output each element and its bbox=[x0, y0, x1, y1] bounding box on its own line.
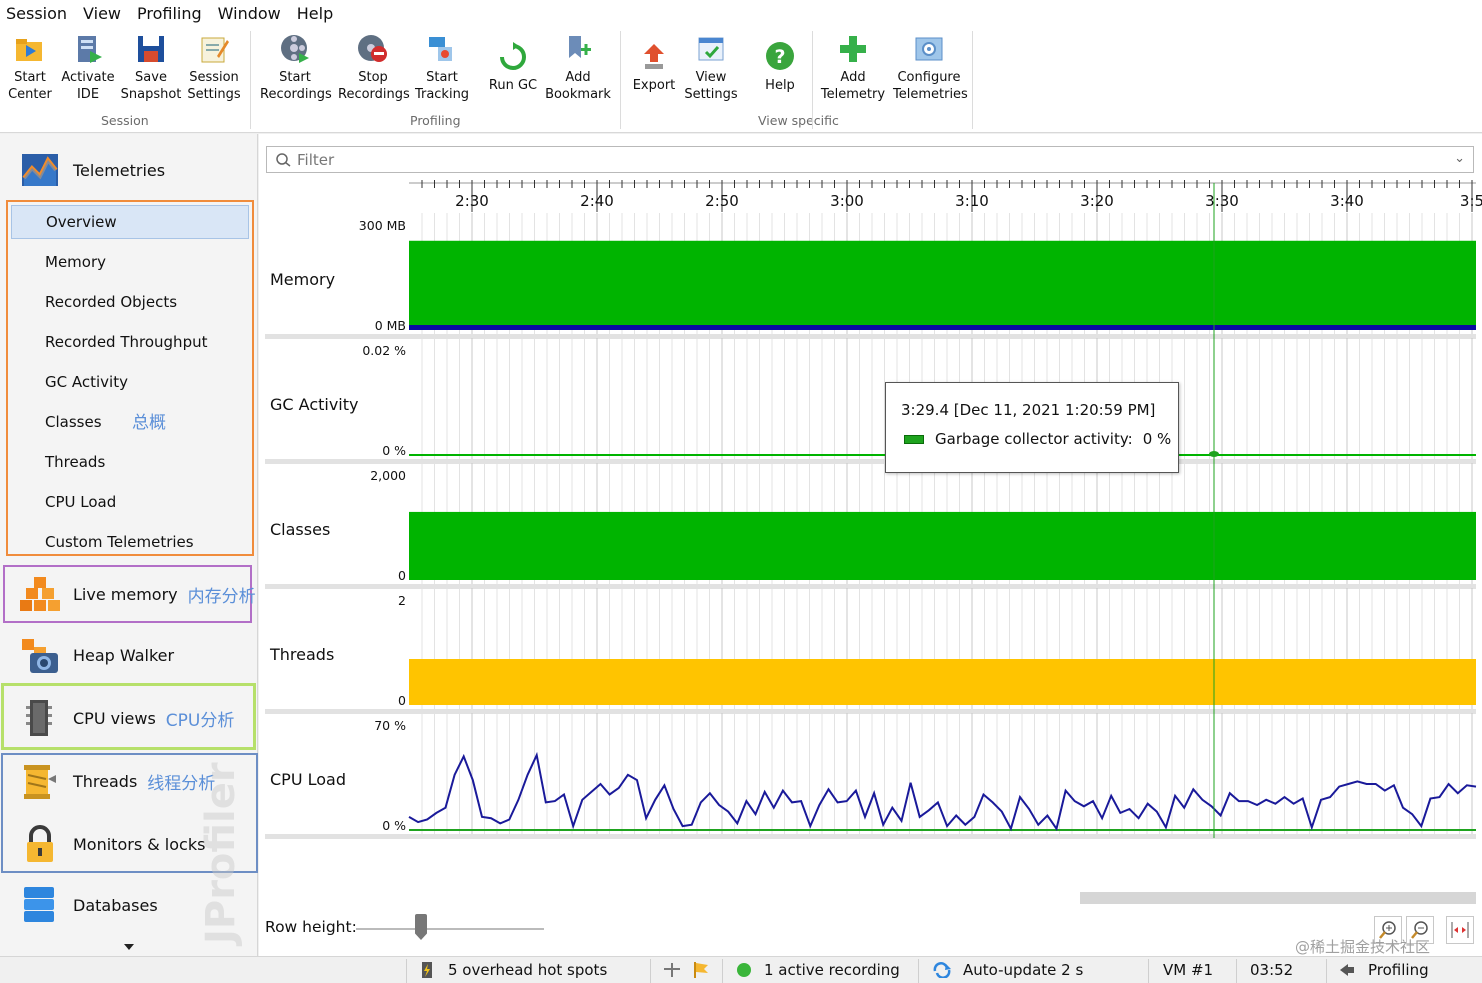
time-tick-label: 2:30 bbox=[455, 192, 489, 210]
area-fill-classes bbox=[409, 511, 1476, 580]
area-fill-memory bbox=[409, 240, 1476, 330]
time-tick-label: 3:20 bbox=[1080, 192, 1114, 210]
tooltip-value: 0 % bbox=[1142, 430, 1172, 448]
status-separator bbox=[722, 959, 723, 983]
status-separator bbox=[406, 959, 407, 983]
row-ymin-label: 0 bbox=[398, 693, 406, 708]
tooltip-legend-swatch bbox=[904, 434, 924, 444]
status-mode: Profiling bbox=[1338, 961, 1429, 979]
status-pin-button[interactable] bbox=[662, 961, 682, 979]
row-name-memory: Memory bbox=[270, 270, 335, 289]
fit-width-icon bbox=[1451, 922, 1469, 938]
cpu-load-series bbox=[408, 751, 1477, 832]
credit-watermark: @稀土掘金技术社区 bbox=[1295, 938, 1431, 956]
row-ymax-label: 2 bbox=[398, 593, 406, 608]
status-hotspots[interactable]: 5 overhead hot spots bbox=[420, 961, 607, 979]
row-ymin-label: 0 bbox=[398, 568, 406, 583]
row-name-classes: Classes bbox=[270, 520, 330, 539]
telemetry-chart[interactable]: 2:30 2:40 2:50 3:00 3:10 3:20 3:30 3:40 3:5 300 M… bbox=[0, 0, 1482, 983]
tooltip-series: Garbage collector activity: bbox=[935, 430, 1133, 448]
time-tick-label: 3:5 bbox=[1460, 192, 1482, 210]
row-ymin-label: 0 % bbox=[382, 818, 406, 833]
time-tick-label: 3:00 bbox=[830, 192, 864, 210]
time-tick-label: 3:40 bbox=[1330, 192, 1364, 210]
row-ymax-label: 0.02 % bbox=[362, 343, 406, 358]
time-tick-label: 3:10 bbox=[955, 192, 989, 210]
hotspot-warning-icon bbox=[422, 962, 432, 978]
row-height-label: Row height: bbox=[265, 918, 357, 936]
row-name-cpu-load: CPU Load bbox=[270, 770, 346, 789]
chart-tooltip: 3:29.4 [Dec 11, 2021 1:20:59 PM] Garbage… bbox=[885, 382, 1179, 473]
row-ymax-label: 2,000 bbox=[370, 468, 406, 483]
status-recording-label: 1 active recording bbox=[764, 961, 900, 979]
profiling-mode-icon bbox=[1340, 964, 1354, 976]
status-time: 03:52 bbox=[1250, 961, 1294, 979]
flag-icon bbox=[694, 962, 708, 978]
time-tick-label: 2:50 bbox=[705, 192, 739, 210]
row-separator bbox=[265, 834, 1476, 839]
row-ymin-label: 0 MB bbox=[375, 318, 406, 333]
pin-icon bbox=[664, 963, 680, 977]
status-autoupdate-label: Auto-update 2 s bbox=[963, 961, 1084, 979]
row-name-gc-activity: GC Activity bbox=[270, 395, 359, 414]
refresh-icon bbox=[933, 962, 951, 978]
recording-status-icon bbox=[737, 963, 751, 977]
status-recording[interactable]: 1 active recording bbox=[736, 961, 900, 979]
status-hotspots-label: 5 overhead hot spots bbox=[448, 961, 608, 979]
status-separator bbox=[1326, 959, 1327, 983]
status-autoupdate[interactable]: Auto-update 2 s bbox=[932, 961, 1083, 979]
time-tick-label: 3:30 bbox=[1205, 192, 1239, 210]
status-flag-button[interactable] bbox=[692, 961, 710, 979]
status-separator bbox=[1236, 959, 1237, 983]
time-tick-label: 2:40 bbox=[580, 192, 614, 210]
status-mode-label: Profiling bbox=[1368, 961, 1429, 979]
area-baseline bbox=[409, 325, 1476, 330]
row-height-slider-track[interactable] bbox=[356, 928, 544, 930]
row-ymax-label: 70 % bbox=[374, 718, 406, 733]
row-ymax-label: 300 MB bbox=[359, 218, 406, 233]
status-separator bbox=[1148, 959, 1149, 983]
status-separator bbox=[650, 959, 651, 983]
status-bar: 5 overhead hot spots 1 active recording … bbox=[0, 956, 1482, 983]
row-name-threads: Threads bbox=[269, 645, 334, 664]
horizontal-scrollbar[interactable] bbox=[1080, 892, 1476, 904]
tooltip-time: 3:29.4 [Dec 11, 2021 1:20:59 PM] bbox=[901, 401, 1156, 419]
area-fill-threads bbox=[409, 659, 1476, 705]
status-separator bbox=[918, 959, 919, 983]
status-vm: VM #1 bbox=[1163, 961, 1214, 979]
row-ymin-label: 0 % bbox=[382, 443, 406, 458]
fit-width-button[interactable] bbox=[1446, 916, 1474, 944]
